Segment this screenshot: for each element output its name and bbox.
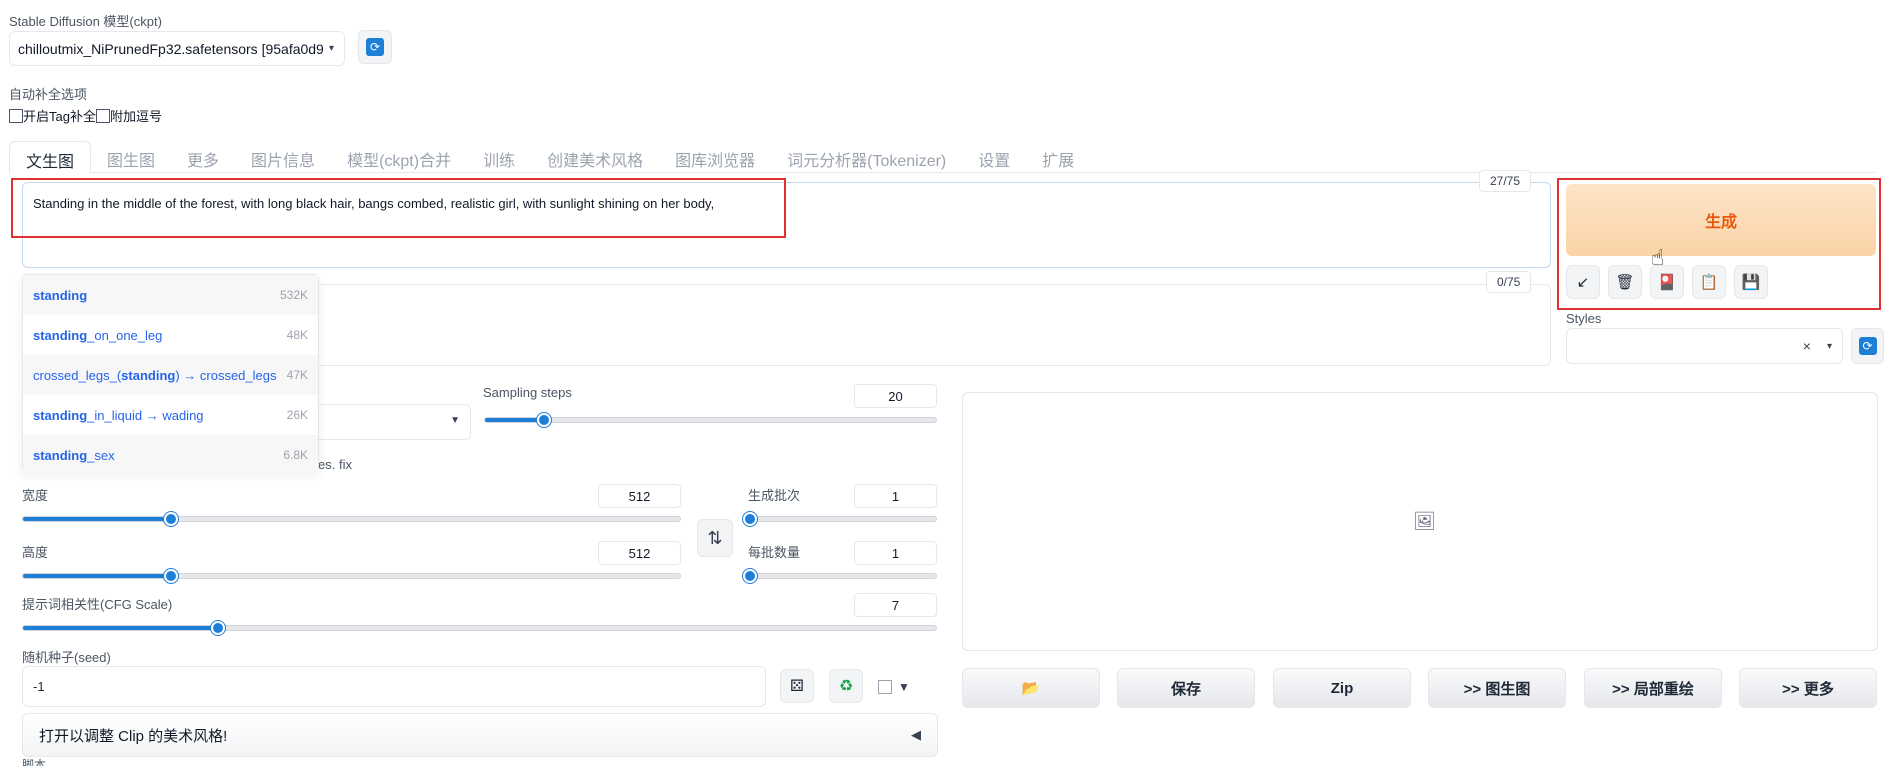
clear-icon[interactable]: × [1803,338,1811,354]
sampling-steps-slider[interactable] [484,417,937,423]
styles-label: Styles [1566,311,1602,326]
tab-img2img[interactable]: 图生图 [91,141,171,173]
height-slider[interactable] [22,573,681,579]
tag-autocomplete-checkbox[interactable] [9,108,23,123]
image-placeholder-icon: 🖼 [1413,511,1436,531]
zip-button[interactable]: Zip [1273,668,1411,708]
suggestion-item[interactable]: standing 532K [23,275,318,315]
suggestion-item[interactable]: standing_sex 6.8K [23,435,318,475]
accordion-label: 打开以调整 Clip 的美术风格! [39,727,228,745]
send-to-inpaint-button[interactable]: >> 局部重绘 [1584,668,1722,708]
autocomplete-checkboxes: 开启Tag补全 附加逗号 [9,106,162,125]
suggestion-item[interactable]: standing_on_one_leg 48K [23,315,318,355]
triangle-down-icon: ▼ [898,680,910,694]
clip-aesthetic-accordion[interactable]: 打开以调整 Clip 的美术风格! ◀ [22,713,938,757]
swap-dimensions-button[interactable]: ⇅ [697,519,733,557]
prompt-highlight-box [11,178,786,238]
width-label: 宽度 [22,488,49,503]
cfg-scale-thumb[interactable] [210,621,225,635]
width-input[interactable]: 512 [598,484,681,508]
dice-icon: ⚄ [790,678,804,695]
output-image-area: 🖼 [962,392,1878,651]
batch-size-thumb[interactable] [743,569,757,583]
swap-icon: ⇅ [707,527,723,548]
tab-image-browser[interactable]: 图库浏览器 [659,141,771,173]
batch-count-slider[interactable] [750,516,937,522]
height-label: 高度 [22,545,49,560]
accordion-arrow-icon: ◀ [911,727,921,742]
suggestion-count: 6.8K [283,448,308,462]
seed-value: -1 [33,679,45,694]
negative-prompt-token-counter: 0/75 [1486,271,1532,293]
generate-highlight-box [1557,178,1881,310]
cfg-scale-input[interactable]: 7 [854,593,937,617]
sampling-steps-input[interactable]: 20 [854,384,937,408]
extra-seed-checkbox[interactable] [878,680,892,694]
chevron-down-icon: ▾ [328,43,334,54]
styles-select[interactable]: × ▾ [1566,328,1843,364]
recycle-icon: ♻ [838,678,854,695]
refresh-styles-button[interactable]: ⟳ [1851,328,1884,364]
open-folder-button[interactable]: 📂 [962,668,1100,708]
send-to-extras-button[interactable]: >> 更多 [1739,668,1877,708]
model-label: Stable Diffusion 模型(ckpt) [9,14,162,29]
suggestion-count: 26K [286,408,308,422]
batch-size-slider[interactable] [750,573,937,579]
main-tabs: 文生图 图生图 更多 图片信息 模型(ckpt)合并 训练 创建美术风格 图库浏… [9,141,1875,174]
autocomplete-options-label: 自动补全选项 [9,87,88,102]
sampling-steps-thumb[interactable] [537,413,552,427]
tab-txt2img[interactable]: 文生图 [9,141,92,174]
height-thumb[interactable] [163,569,178,583]
seed-label: 随机种子(seed) [22,650,111,665]
suggestion-item[interactable]: crossed_legs_(standing) → crossed_legs 4… [23,355,318,395]
cfg-scale-label: 提示词相关性(CFG Scale) [22,597,173,612]
random-seed-button[interactable]: ⚄ [780,669,814,703]
tab-settings[interactable]: 设置 [962,141,1026,173]
tab-extensions[interactable]: 扩展 [1026,141,1090,173]
tag-autocomplete-label: 开启Tag补全 [23,109,96,124]
batch-count-label: 生成批次 [748,488,801,503]
batch-size-label: 每批数量 [748,545,801,560]
tab-extras[interactable]: 更多 [171,141,235,173]
tab-png-info[interactable]: 图片信息 [235,141,331,173]
send-to-img2img-button[interactable]: >> 图生图 [1428,668,1566,708]
suggestion-count: 48K [286,328,308,342]
batch-count-thumb[interactable] [743,512,757,526]
refresh-icon: ⟳ [1858,337,1877,355]
width-slider[interactable] [22,516,681,522]
tab-checkpoint-merger[interactable]: 模型(ckpt)合并 [331,141,467,173]
reuse-seed-button[interactable]: ♻ [829,669,863,703]
height-input[interactable]: 512 [598,541,681,565]
suggestion-count: 47K [286,368,308,382]
sampling-steps-label: Sampling steps [483,385,572,400]
suggestion-count: 532K [279,288,308,302]
refresh-model-button[interactable]: ⟳ [358,30,392,64]
tab-tokenizer[interactable]: 词元分析器(Tokenizer) [771,141,962,173]
model-select[interactable]: chilloutmix_NiPrunedFp32.safetensors [95… [9,31,345,66]
suggestion-item[interactable]: standing_in_liquid → wading 26K [23,395,318,435]
chevron-down-icon: ▼ [450,415,460,426]
tab-train[interactable]: 训练 [467,141,531,173]
prompt-token-counter: 27/75 [1479,170,1532,192]
hires-fix-label: es. fix [318,457,352,472]
cfg-scale-slider[interactable] [22,625,937,631]
chevron-down-icon: ▾ [1826,340,1832,352]
append-comma-checkbox[interactable] [95,108,110,123]
batch-count-input[interactable]: 1 [854,484,937,508]
refresh-icon: ⟳ [366,38,384,56]
batch-size-input[interactable]: 1 [854,541,937,565]
width-thumb[interactable] [163,512,178,526]
tag-autocomplete-dropdown: standing 532K standing_on_one_leg 48K cr… [22,274,319,475]
script-label: 脚本 [22,758,47,766]
append-comma-label: 附加逗号 [109,109,162,124]
extra-seed-toggle[interactable]: ▼ [878,680,910,694]
save-button[interactable]: 保存 [1117,668,1255,708]
tab-create-aesthetic[interactable]: 创建美术风格 [531,141,659,173]
model-select-value: chilloutmix_NiPrunedFp32.safetensors [95… [18,40,323,57]
seed-input[interactable]: -1 [22,666,766,707]
folder-icon: 📂 [1021,680,1041,697]
